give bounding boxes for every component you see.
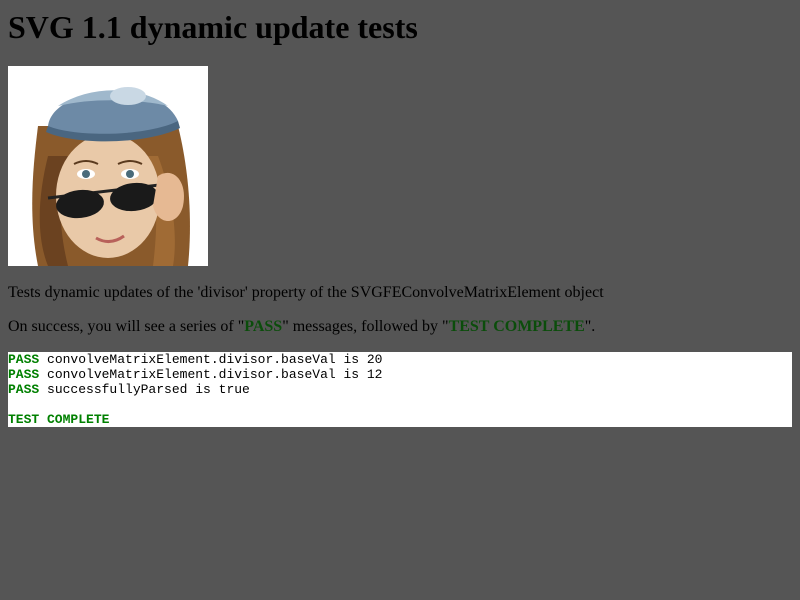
success-complete-word: TEST COMPLETE bbox=[448, 318, 585, 335]
pass-label: PASS bbox=[8, 367, 40, 382]
pass-label: PASS bbox=[8, 382, 40, 397]
page-title: SVG 1.1 dynamic update tests bbox=[8, 9, 418, 45]
console-output: PASS convolveMatrixElement.divisor.baseV… bbox=[8, 352, 792, 427]
console-line: PASS convolveMatrixElement.divisor.baseV… bbox=[8, 352, 792, 367]
success-middle: " messages, followed by " bbox=[282, 318, 449, 335]
success-instructions: On success, you will see a series of "PA… bbox=[8, 317, 595, 336]
console-message: convolveMatrixElement.divisor.baseVal is… bbox=[39, 352, 383, 367]
page-body: { "page": { "title": "SVG 1.1 dynamic up… bbox=[0, 0, 800, 600]
portrait-image bbox=[8, 66, 208, 266]
test-complete-label: TEST COMPLETE bbox=[8, 412, 110, 427]
success-pass-word: PASS bbox=[244, 318, 283, 335]
success-prefix: On success, you will see a series of " bbox=[8, 318, 245, 335]
console-line: PASS convolveMatrixElement.divisor.baseV… bbox=[8, 367, 792, 382]
pass-label: PASS bbox=[8, 352, 40, 367]
test-image bbox=[8, 66, 208, 266]
success-suffix: ". bbox=[584, 318, 596, 335]
console-line: PASS successfullyParsed is true bbox=[8, 382, 792, 397]
test-description: Tests dynamic updates of the 'divisor' p… bbox=[8, 284, 604, 301]
console-message: successfullyParsed is true bbox=[39, 382, 250, 397]
console-message: convolveMatrixElement.divisor.baseVal is… bbox=[39, 367, 383, 382]
test-page: SVG 1.1 dynamic update tests Tests dynam… bbox=[8, 0, 792, 427]
console-line: TEST COMPLETE bbox=[8, 412, 792, 427]
